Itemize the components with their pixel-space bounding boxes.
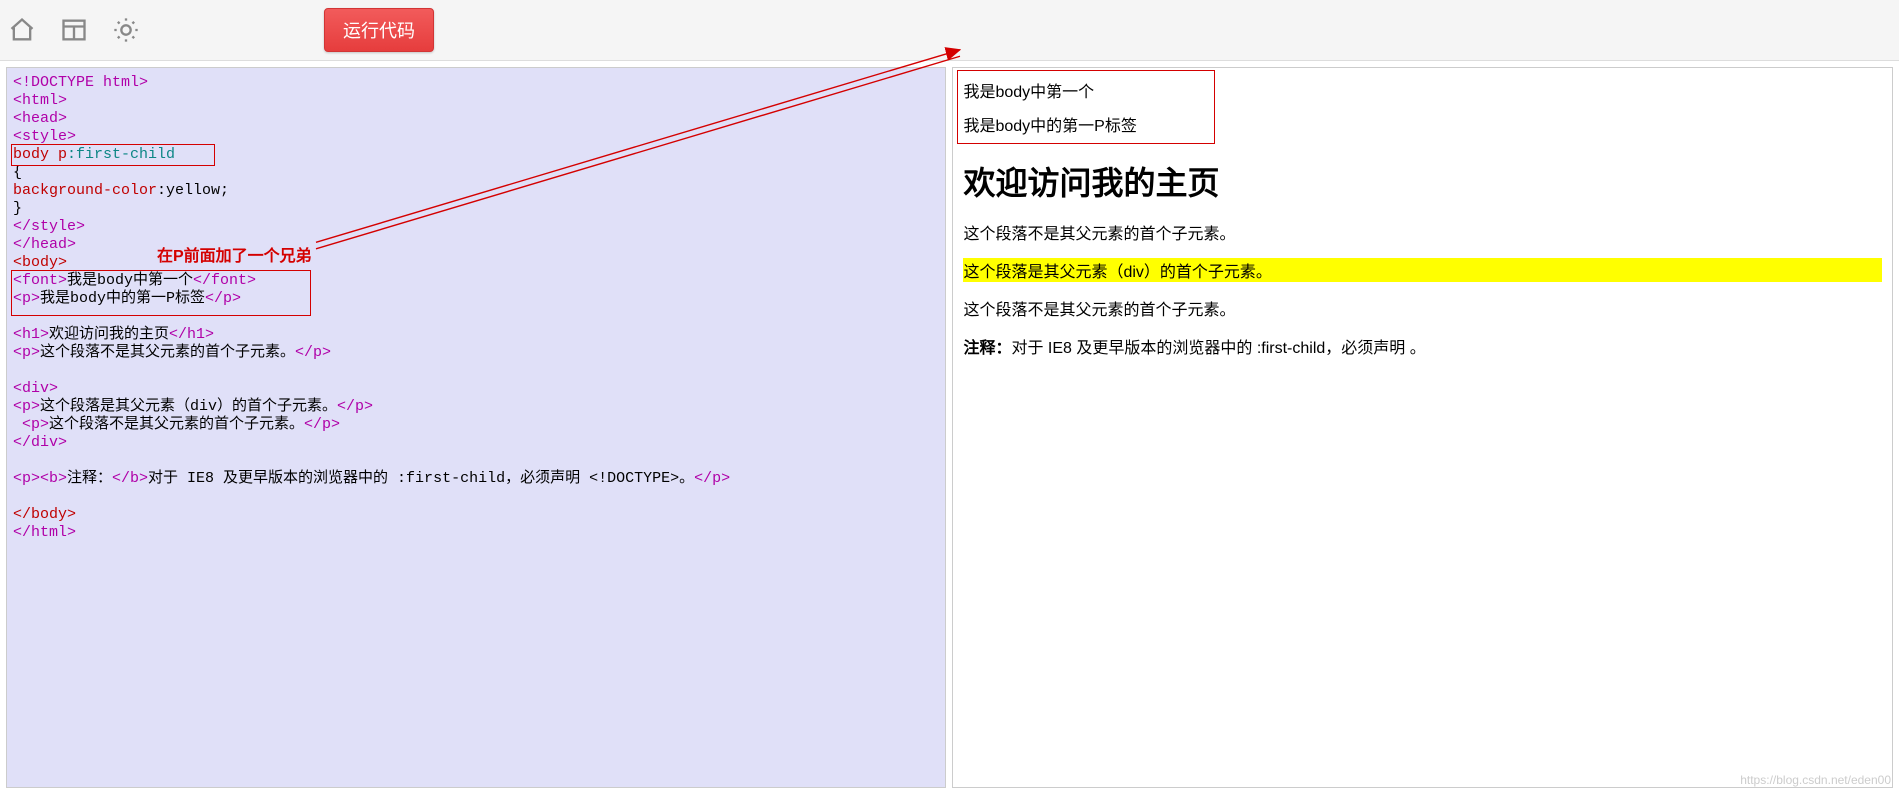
code-text: 这个段落不是其父元素的首个子元素。 xyxy=(49,416,304,433)
code-line: <body> xyxy=(13,254,67,271)
code-line: </head> xyxy=(13,236,76,253)
preview-note-b: 注释： xyxy=(963,340,1011,357)
code-line: </b> xyxy=(112,470,148,487)
layout-icon[interactable] xyxy=(60,16,88,44)
code-line: <p> xyxy=(13,290,40,307)
code-line: </div> xyxy=(13,434,67,451)
code-text: 对于 IE8 及更早版本的浏览器中的 :first-child，必须声明 <!D… xyxy=(148,470,694,487)
code-line: <p> xyxy=(13,344,40,361)
code-selector: body p xyxy=(13,146,67,163)
preview-pane: 我是body中第一个 我是body中的第一P标签 欢迎访问我的主页 这个段落不是… xyxy=(952,67,1893,788)
code-line: { xyxy=(13,164,22,181)
code-line: } xyxy=(13,200,22,217)
code-line: <div> xyxy=(13,380,58,397)
code-line: </h1> xyxy=(169,326,214,343)
annotation-note: 在P前面加了一个兄弟 xyxy=(157,248,312,266)
code-line: </p> xyxy=(205,290,241,307)
code-text: 欢迎访问我的主页 xyxy=(49,326,169,343)
preview-line2: 我是body中的第一P标签 xyxy=(963,112,1882,136)
code-line: </p> xyxy=(694,470,730,487)
code-line: </style> xyxy=(13,218,85,235)
code-editor[interactable]: <!DOCTYPE html> <html> <head> <style> bo… xyxy=(6,67,946,788)
code-line: </p> xyxy=(295,344,331,361)
code-line: <html> xyxy=(13,92,67,109)
sun-icon[interactable] xyxy=(112,16,140,44)
code-text: 我是body中的第一P标签 xyxy=(40,290,205,307)
preview-note: 注释：对于 IE8 及更早版本的浏览器中的 :first-child，必须声明 … xyxy=(963,334,1882,358)
code-prop: background-color xyxy=(13,182,157,199)
code-val: :yellow; xyxy=(157,182,229,199)
code-text: 这个段落不是其父元素的首个子元素。 xyxy=(40,344,295,361)
code-line: <head> xyxy=(13,110,67,127)
code-line: <p> xyxy=(13,416,49,433)
preview-note-text: 对于 IE8 及更早版本的浏览器中的 :first-child，必须声明 。 xyxy=(1011,340,1425,357)
code-text: 注释： xyxy=(67,470,112,487)
split-container: <!DOCTYPE html> <html> <head> <style> bo… xyxy=(0,61,1899,794)
home-icon[interactable] xyxy=(8,16,36,44)
run-code-button[interactable]: 运行代码 xyxy=(324,8,434,52)
watermark: https://blog.csdn.net/eden00 xyxy=(1740,773,1891,787)
code-line: </html> xyxy=(13,524,76,541)
preview-h1: 欢迎访问我的主页 xyxy=(963,158,1882,204)
code-line: <font> xyxy=(13,272,67,289)
preview-p-not1: 这个段落不是其父元素的首个子元素。 xyxy=(963,220,1882,244)
code-line: <style> xyxy=(13,128,76,145)
preview-p-not2: 这个段落不是其父元素的首个子元素。 xyxy=(963,296,1882,320)
code-line: <p> xyxy=(13,398,40,415)
code-text: 我是body中第一个 xyxy=(67,272,193,289)
preview-p-is: 这个段落是其父元素（div）的首个子元素。 xyxy=(963,258,1882,282)
toolbar: 运行代码 xyxy=(0,0,1899,61)
code-text: 这个段落是其父元素（div）的首个子元素。 xyxy=(40,398,337,415)
code-line: </body> xyxy=(13,506,76,523)
code-line: </font> xyxy=(193,272,256,289)
code-line: <h1> xyxy=(13,326,49,343)
preview-line1: 我是body中第一个 xyxy=(963,78,1882,102)
code-line: </p> xyxy=(337,398,373,415)
code-pseudo: :first-child xyxy=(67,146,175,163)
code-line: </p> xyxy=(304,416,340,433)
code-line: <p><b> xyxy=(13,470,67,487)
code-line: <!DOCTYPE html> xyxy=(13,74,148,91)
